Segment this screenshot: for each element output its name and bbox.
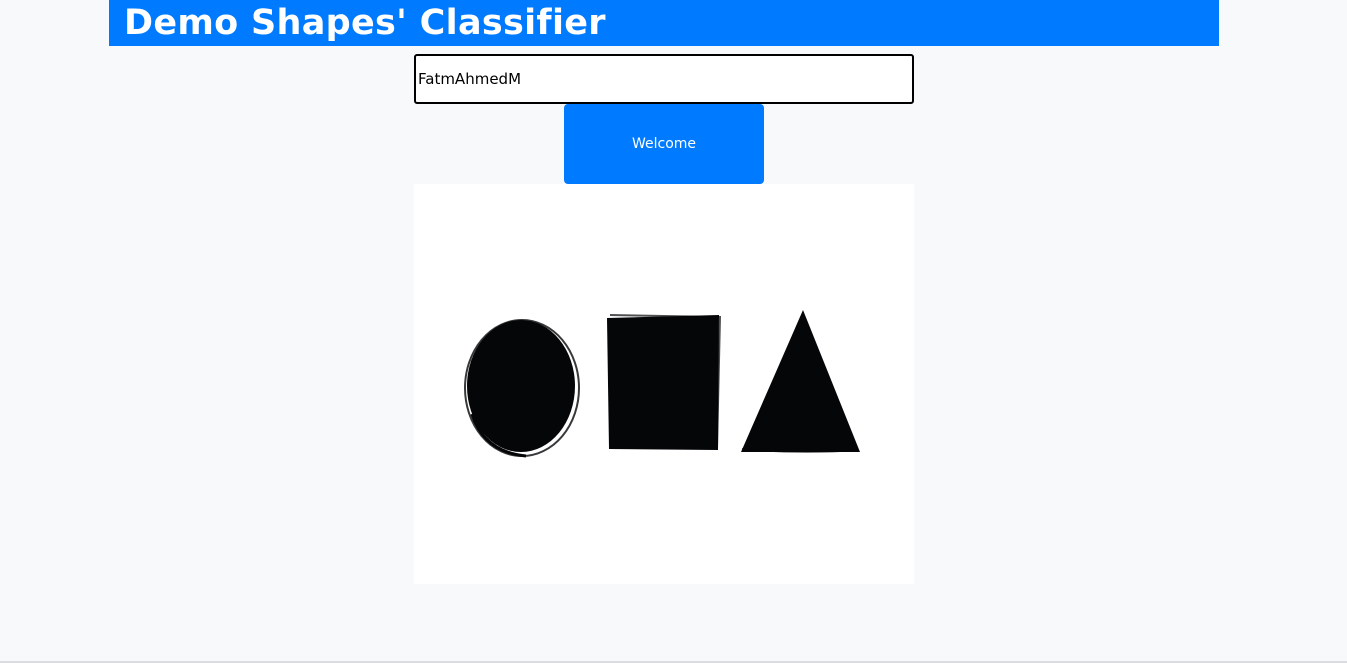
shapes-illustration (464, 310, 860, 458)
shapes-image (414, 184, 914, 584)
header-bar: Demo Shapes' Classifier (109, 0, 1219, 46)
welcome-button[interactable]: Welcome (564, 104, 764, 184)
triangle-shape (741, 310, 860, 453)
circle-shape (464, 319, 580, 458)
page-title: Demo Shapes' Classifier (124, 3, 606, 43)
page: Demo Shapes' Classifier Welcome (0, 0, 1347, 663)
name-input[interactable] (414, 54, 914, 104)
square-shape (607, 314, 722, 450)
